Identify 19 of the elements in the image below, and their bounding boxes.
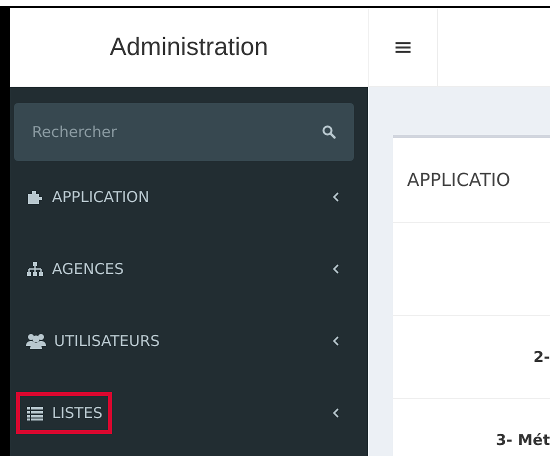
search-icon xyxy=(322,125,336,139)
chevron-left-icon xyxy=(332,407,340,419)
list-icon xyxy=(26,405,44,421)
sidebar-item[interactable]: AGENCES xyxy=(16,248,134,290)
menu-toggle-button[interactable]: ≡ xyxy=(368,8,438,86)
table-cell: 3- Mét xyxy=(496,431,550,449)
chevron-left-icon xyxy=(332,263,340,275)
sidebar-item[interactable]: LISTES xyxy=(16,392,112,434)
chevron-left-icon xyxy=(332,335,340,347)
users-icon xyxy=(26,333,46,349)
puzzle-icon xyxy=(26,189,44,205)
chevron-left-icon xyxy=(332,191,340,203)
search-field[interactable]: Rechercher xyxy=(14,103,354,161)
table-cell: 2- xyxy=(533,348,550,366)
sitemap-icon xyxy=(26,261,44,277)
sidebar-item[interactable]: UTILISATEURS xyxy=(16,320,170,362)
app-title: Administration xyxy=(110,32,268,62)
sidebar-item[interactable]: APPLICATION xyxy=(16,176,160,218)
card-title: APPLICATIO xyxy=(407,170,510,190)
